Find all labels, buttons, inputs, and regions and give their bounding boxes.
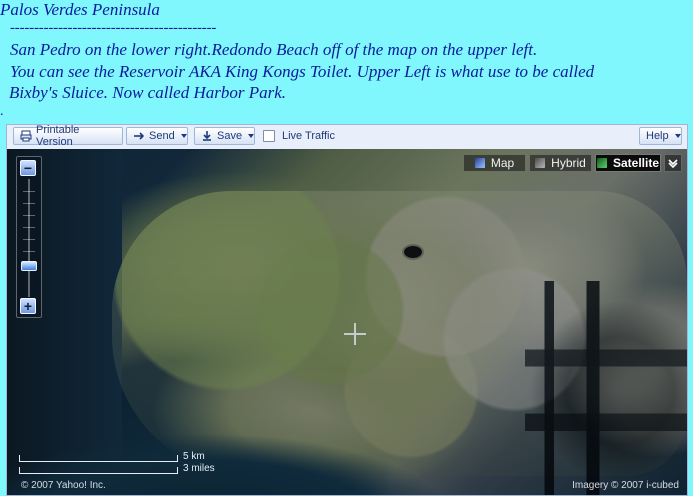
scale-bar-km — [19, 455, 178, 462]
map-swatch-icon — [474, 158, 485, 168]
dropdown-caret-icon — [248, 134, 255, 138]
save-icon — [201, 130, 213, 142]
live-traffic-checkbox[interactable] — [263, 130, 275, 142]
scale-km-label: 5 km — [183, 451, 205, 462]
chevron-down-icon — [668, 159, 678, 168]
map-type-satellite-button[interactable]: Satellite — [595, 154, 661, 172]
post-line-1: San Pedro on the lower right.Redondo Bea… — [10, 40, 538, 59]
zoom-tick — [23, 203, 35, 204]
satellite-map-view[interactable]: Map Hybrid Satellite − + 5 km 3 miles © … — [7, 149, 687, 495]
zoom-tick — [23, 227, 35, 228]
zoom-slider-thumb[interactable] — [21, 261, 37, 271]
blog-post-note: Palos Verdes Peninsula -----------------… — [0, 0, 693, 124]
satellite-swatch-icon — [596, 158, 607, 168]
zoom-tick — [23, 251, 35, 252]
scale-bar-miles — [19, 467, 178, 474]
zoom-in-button[interactable]: + — [20, 298, 36, 314]
map-type-more-button[interactable] — [664, 154, 682, 172]
hybrid-type-label: Hybrid — [551, 156, 586, 170]
post-line-3: Bixby's Sluice. Now called Harbor Park. — [9, 83, 287, 102]
printable-version-button[interactable]: Printable Version — [13, 124, 123, 148]
zoom-slider-track[interactable] — [28, 179, 30, 297]
scale-miles-label: 3 miles — [183, 463, 215, 474]
post-line-2: You can see the Reservoir AKA King Kongs… — [10, 62, 595, 81]
yahoo-copyright: © 2007 Yahoo! Inc. — [21, 480, 106, 491]
save-button[interactable]: Save — [194, 127, 255, 145]
map-type-hybrid-button[interactable]: Hybrid — [529, 154, 592, 172]
post-title: Palos Verdes Peninsula — [0, 0, 160, 19]
printable-version-label: Printable Version — [36, 124, 80, 148]
send-icon — [133, 130, 145, 142]
map-type-map-button[interactable]: Map — [463, 154, 526, 172]
trailing-period: . — [0, 104, 4, 119]
imagery-credit: Imagery © 2007 i-cubed — [572, 480, 679, 491]
send-button[interactable]: Send — [126, 127, 188, 145]
map-widget[interactable]: Printable Version Send Save Live Traffic… — [6, 124, 688, 496]
zoom-tick — [23, 239, 35, 240]
send-label: Send — [149, 130, 175, 142]
map-type-label: Map — [490, 156, 515, 170]
zoom-out-button[interactable]: − — [20, 160, 36, 176]
zoom-tick — [23, 191, 35, 192]
help-label: Help — [646, 130, 669, 142]
save-label: Save — [217, 130, 243, 142]
crosshair-icon — [344, 323, 366, 345]
map-toolbar: Printable Version Send Save Live Traffic… — [7, 125, 687, 150]
harbor-area — [525, 281, 687, 495]
reservoir-marker — [404, 246, 422, 258]
printer-icon — [20, 130, 32, 142]
live-traffic-label[interactable]: Live Traffic — [282, 130, 335, 142]
help-button[interactable]: Help — [639, 127, 682, 145]
separator-line: ----------------------------------------… — [10, 20, 217, 36]
dropdown-caret-icon — [180, 134, 187, 138]
hybrid-swatch-icon — [535, 158, 546, 168]
satellite-type-label: Satellite — [612, 156, 660, 170]
zoom-tick — [23, 215, 35, 216]
dropdown-caret-icon — [674, 134, 681, 138]
zoom-control: − + — [16, 156, 42, 318]
